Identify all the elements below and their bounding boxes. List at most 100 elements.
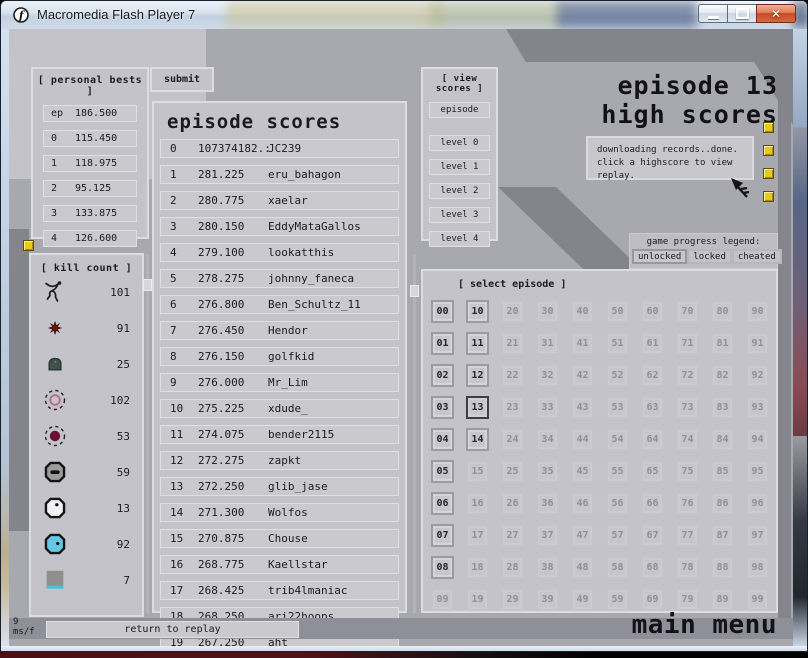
close-button[interactable]: ✕: [756, 4, 796, 23]
episode-cell-61[interactable]: 61: [641, 332, 664, 355]
highscore-row[interactable]: 11274.075bender2115: [160, 425, 399, 444]
episode-cell-64[interactable]: 64: [641, 428, 664, 451]
minimize-button[interactable]: [698, 4, 728, 23]
episode-cell-37[interactable]: 37: [536, 524, 559, 547]
episode-cell-07[interactable]: 07: [431, 524, 454, 547]
episode-cell-15[interactable]: 15: [466, 460, 489, 483]
episode-cell-50[interactable]: 50: [606, 300, 629, 323]
episode-cell-16[interactable]: 16: [466, 492, 489, 515]
episode-cell-24[interactable]: 24: [501, 428, 524, 451]
episode-cell-65[interactable]: 65: [641, 460, 664, 483]
episode-cell-90[interactable]: 90: [746, 300, 769, 323]
episode-cell-85[interactable]: 85: [711, 460, 734, 483]
episode-cell-31[interactable]: 31: [536, 332, 559, 355]
personal-best-row[interactable]: 0115.450: [43, 130, 137, 147]
episode-cell-13[interactable]: 13: [466, 396, 489, 419]
episode-cell-75[interactable]: 75: [676, 460, 699, 483]
episode-cell-11[interactable]: 11: [466, 332, 489, 355]
episode-cell-17[interactable]: 17: [466, 524, 489, 547]
episode-cell-28[interactable]: 28: [501, 556, 524, 579]
episode-cell-44[interactable]: 44: [571, 428, 594, 451]
episode-cell-14[interactable]: 14: [466, 428, 489, 451]
episode-cell-68[interactable]: 68: [641, 556, 664, 579]
return-to-replay-button[interactable]: return to replay: [46, 621, 299, 638]
episode-cell-09[interactable]: 09: [431, 588, 454, 611]
episode-cell-20[interactable]: 20: [501, 300, 524, 323]
episode-cell-42[interactable]: 42: [571, 364, 594, 387]
episode-cell-97[interactable]: 97: [746, 524, 769, 547]
episode-cell-95[interactable]: 95: [746, 460, 769, 483]
episode-cell-48[interactable]: 48: [571, 556, 594, 579]
episode-cell-04[interactable]: 04: [431, 428, 454, 451]
episode-cell-63[interactable]: 63: [641, 396, 664, 419]
view-scores-button-episode[interactable]: episode: [429, 102, 490, 118]
episode-cell-84[interactable]: 84: [711, 428, 734, 451]
highscore-row[interactable]: 0107374182.:JC239: [160, 139, 399, 158]
highscore-row[interactable]: 16268.775Kaellstar: [160, 555, 399, 574]
episode-cell-46[interactable]: 46: [571, 492, 594, 515]
episode-cell-30[interactable]: 30: [536, 300, 559, 323]
highscore-row[interactable]: 8276.150golfkid: [160, 347, 399, 366]
episode-cell-71[interactable]: 71: [676, 332, 699, 355]
episode-cell-43[interactable]: 43: [571, 396, 594, 419]
episode-cell-25[interactable]: 25: [501, 460, 524, 483]
view-scores-button-level-0[interactable]: level 0: [429, 135, 490, 151]
personal-best-row[interactable]: 3133.875: [43, 205, 137, 222]
episode-cell-19[interactable]: 19: [466, 588, 489, 611]
highscore-row[interactable]: 14271.300Wolfos: [160, 503, 399, 522]
episode-cell-32[interactable]: 32: [536, 364, 559, 387]
highscore-row[interactable]: 12272.275zapkt: [160, 451, 399, 470]
episode-cell-86[interactable]: 86: [711, 492, 734, 515]
episode-cell-36[interactable]: 36: [536, 492, 559, 515]
view-scores-button-level-1[interactable]: level 1: [429, 159, 490, 175]
episode-cell-91[interactable]: 91: [746, 332, 769, 355]
episode-cell-01[interactable]: 01: [431, 332, 454, 355]
episode-cell-62[interactable]: 62: [641, 364, 664, 387]
episode-cell-72[interactable]: 72: [676, 364, 699, 387]
highscore-row[interactable]: 2280.775xaelar: [160, 191, 399, 210]
episode-cell-33[interactable]: 33: [536, 396, 559, 419]
episode-cell-70[interactable]: 70: [676, 300, 699, 323]
titlebar[interactable]: f Macromedia Flash Player 7 ✕: [1, 1, 807, 30]
episode-cell-29[interactable]: 29: [501, 588, 524, 611]
episode-cell-49[interactable]: 49: [571, 588, 594, 611]
episode-cell-76[interactable]: 76: [676, 492, 699, 515]
highscore-row[interactable]: 7276.450Hendor: [160, 321, 399, 340]
episode-cell-39[interactable]: 39: [536, 588, 559, 611]
episode-cell-81[interactable]: 81: [711, 332, 734, 355]
episode-cell-99[interactable]: 99: [746, 588, 769, 611]
highscore-row[interactable]: 17268.425trib4lmaniac: [160, 581, 399, 600]
episode-cell-59[interactable]: 59: [606, 588, 629, 611]
highscore-row[interactable]: 3280.150EddyMataGallos: [160, 217, 399, 236]
episode-cell-12[interactable]: 12: [466, 364, 489, 387]
episode-cell-54[interactable]: 54: [606, 428, 629, 451]
episode-cell-05[interactable]: 05: [431, 460, 454, 483]
episode-cell-47[interactable]: 47: [571, 524, 594, 547]
highscore-row[interactable]: 10275.225xdude_: [160, 399, 399, 418]
scores-scrollbar-handle-left[interactable]: [143, 279, 152, 291]
episode-cell-80[interactable]: 80: [711, 300, 734, 323]
episode-cell-53[interactable]: 53: [606, 396, 629, 419]
personal-best-row[interactable]: 295.125: [43, 180, 137, 197]
personal-best-row[interactable]: 1118.975: [43, 155, 137, 172]
scores-scrollbar-track-left[interactable]: [146, 254, 149, 613]
episode-cell-56[interactable]: 56: [606, 492, 629, 515]
episode-cell-55[interactable]: 55: [606, 460, 629, 483]
episode-cell-74[interactable]: 74: [676, 428, 699, 451]
episode-cell-58[interactable]: 58: [606, 556, 629, 579]
episode-cell-67[interactable]: 67: [641, 524, 664, 547]
episode-cell-94[interactable]: 94: [746, 428, 769, 451]
episode-cell-89[interactable]: 89: [711, 588, 734, 611]
episode-cell-73[interactable]: 73: [676, 396, 699, 419]
view-scores-button-level-3[interactable]: level 3: [429, 207, 490, 223]
episode-cell-60[interactable]: 60: [641, 300, 664, 323]
episode-cell-69[interactable]: 69: [641, 588, 664, 611]
episode-cell-27[interactable]: 27: [501, 524, 524, 547]
episode-cell-45[interactable]: 45: [571, 460, 594, 483]
episode-cell-87[interactable]: 87: [711, 524, 734, 547]
episode-cell-83[interactable]: 83: [711, 396, 734, 419]
highscore-row[interactable]: 5278.275johnny_faneca: [160, 269, 399, 288]
episode-cell-51[interactable]: 51: [606, 332, 629, 355]
episode-cell-06[interactable]: 06: [431, 492, 454, 515]
episode-cell-35[interactable]: 35: [536, 460, 559, 483]
